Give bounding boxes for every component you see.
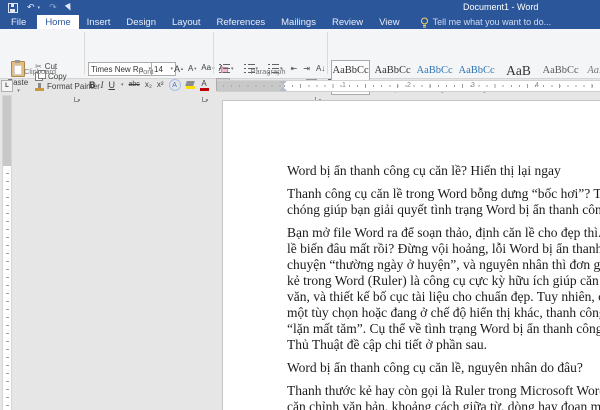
- doc-line: “lặn mất tăm”. Cụ thể về tình trạng Word…: [287, 321, 600, 337]
- first-line-indent-marker[interactable]: [279, 81, 287, 85]
- tell-me-label: Tell me what you want to do...: [433, 17, 552, 27]
- ribbon-tab-row: File Home Insert Design Layout Reference…: [0, 15, 600, 29]
- doc-line: chuyện “thường ngày ở huyện”, và nguyên …: [287, 257, 600, 273]
- tab-view[interactable]: View: [371, 15, 407, 29]
- save-icon[interactable]: [8, 3, 18, 13]
- tab-home[interactable]: Home: [37, 15, 78, 29]
- doc-line: kẻ trong Word (Ruler) là công cụ cực kỳ …: [287, 273, 600, 289]
- doc-line: Thanh công cụ căn lề trong Word bỗng dưn…: [287, 186, 600, 202]
- ruler-number: 1: [342, 82, 346, 90]
- doc-line: căn chỉnh văn bản, khoảng cách giữa từ, …: [287, 399, 600, 410]
- paste-dropdown-icon[interactable]: ▾: [17, 88, 20, 94]
- doc-heading-1: Word bị ẩn thanh công cụ căn lề? Hiển th…: [287, 163, 600, 179]
- ruler-number: 4: [535, 82, 539, 90]
- group-separator: [84, 32, 85, 74]
- tab-references[interactable]: References: [209, 15, 274, 29]
- font-color-bar: [200, 88, 209, 91]
- tab-mailings[interactable]: Mailings: [273, 15, 324, 29]
- hanging-indent-marker[interactable]: [279, 87, 287, 91]
- bullet-list-button[interactable]: ▾: [217, 62, 236, 75]
- window-title: Document1 - Word: [463, 2, 538, 12]
- vertical-ruler-margin-zone: [3, 96, 11, 166]
- change-case-label: Aa: [201, 63, 211, 72]
- bold-button[interactable]: B: [89, 80, 96, 90]
- doc-paragraph-3: Thanh thước kẻ hay còn gọi là Ruler tron…: [287, 383, 600, 410]
- font-group-label: Font: [116, 67, 176, 76]
- bullet-list-icon: [219, 64, 230, 73]
- doc-line: một tùy chọn hoặc đang ở chế độ hiển thị…: [287, 305, 600, 321]
- superscript-button[interactable]: x²: [157, 80, 164, 90]
- underline-button[interactable]: U: [109, 80, 116, 90]
- tab-layout[interactable]: Layout: [164, 15, 209, 29]
- font-row-2: B I U ▾ abc x₂ x² A A: [89, 79, 209, 91]
- redo-icon[interactable]: ↷: [49, 3, 57, 12]
- bullet-dropdown-icon[interactable]: ▾: [231, 66, 234, 72]
- document-text-area[interactable]: Word bị ẩn thanh công cụ căn lề? Hiển th…: [287, 163, 600, 410]
- document-page[interactable]: Word bị ẩn thanh công cụ căn lề? Hiển th…: [222, 100, 600, 410]
- vertical-ruler[interactable]: [2, 95, 12, 410]
- left-tab-icon: L: [5, 83, 9, 89]
- clipboard-group-label: Clipboard: [8, 67, 72, 76]
- tab-stop-selector[interactable]: L: [1, 80, 13, 92]
- format-painter-icon: [35, 83, 44, 91]
- quick-access-toolbar: ↶ ▾ ↷: [8, 2, 72, 13]
- sort-button[interactable]: A↓: [316, 64, 325, 73]
- tab-file[interactable]: File: [0, 15, 37, 29]
- shrink-caret-icon: ▼: [193, 66, 197, 71]
- text-highlight-button[interactable]: [186, 81, 195, 89]
- font-color-label: A: [201, 80, 206, 87]
- ruler-number: 2: [407, 82, 411, 90]
- undo-dropdown-icon[interactable]: ▾: [38, 5, 41, 11]
- group-separator: [327, 32, 328, 74]
- ruler-number: 3: [471, 82, 475, 90]
- increase-indent-button[interactable]: ⇥: [303, 64, 310, 73]
- ruler-margin-ticks: [223, 85, 281, 87]
- highlight-color-bar: [186, 86, 195, 89]
- doc-heading-2: Word bị ẩn thanh công cụ căn lề, nguyên …: [287, 360, 600, 376]
- italic-button[interactable]: I: [101, 80, 104, 90]
- doc-line: Thủ Thuật đề cập chi tiết ở phần sau.: [287, 337, 600, 353]
- shrink-font-button[interactable]: A▼: [188, 64, 197, 74]
- font-dialog-launcher-icon[interactable]: [202, 95, 209, 102]
- undo-icon[interactable]: ↶: [27, 3, 35, 12]
- title-bar: ↶ ▾ ↷ Document1 - Word: [0, 0, 600, 15]
- tell-me-box[interactable]: Tell me what you want to do...: [420, 15, 552, 29]
- tab-insert[interactable]: Insert: [79, 15, 119, 29]
- vertical-ruler-ticks: [6, 166, 9, 410]
- underline-dropdown-icon[interactable]: ▾: [121, 82, 124, 88]
- lightbulb-icon: [420, 17, 429, 28]
- doc-line: lề biến đâu mất rồi? Đừng vội hoảng, lỗi…: [287, 241, 600, 257]
- grow-caret-icon: ▲: [180, 66, 184, 71]
- text-effects-button[interactable]: A: [169, 79, 181, 91]
- doc-line: Thanh thước kẻ hay còn gọi là Ruler tron…: [287, 383, 600, 399]
- paragraph-group-label: Paragraph: [238, 67, 298, 76]
- doc-line: văn, và thiết kế bố cục tài liệu cho chu…: [287, 289, 600, 305]
- doc-line: chóng giúp bạn giải quyết tình trạng Wor…: [287, 202, 600, 218]
- strikethrough-button[interactable]: abc: [129, 80, 140, 90]
- clipboard-dialog-launcher-icon[interactable]: [74, 95, 81, 102]
- horizontal-ruler[interactable]: 1 2 3 4: [217, 80, 600, 92]
- tab-design[interactable]: Design: [118, 15, 164, 29]
- word-window: ↶ ▾ ↷ Document1 - Word File Home Insert …: [0, 0, 600, 410]
- ribbon: Paste ▾ ✂ Cut Copy Format Painter Clipbo…: [0, 29, 600, 79]
- customize-qat-pointer-icon[interactable]: [64, 3, 72, 12]
- subscript-button[interactable]: x₂: [145, 80, 152, 90]
- tab-review[interactable]: Review: [324, 15, 371, 29]
- doc-paragraph-1: Thanh công cụ căn lề trong Word bỗng dưn…: [287, 186, 600, 218]
- doc-line: Bạn mở file Word ra để soạn thảo, định c…: [287, 225, 600, 241]
- group-separator: [213, 32, 214, 74]
- doc-paragraph-2: Bạn mở file Word ra để soạn thảo, định c…: [287, 225, 600, 353]
- font-color-button[interactable]: A: [200, 80, 209, 91]
- text-effects-label: A: [172, 82, 177, 89]
